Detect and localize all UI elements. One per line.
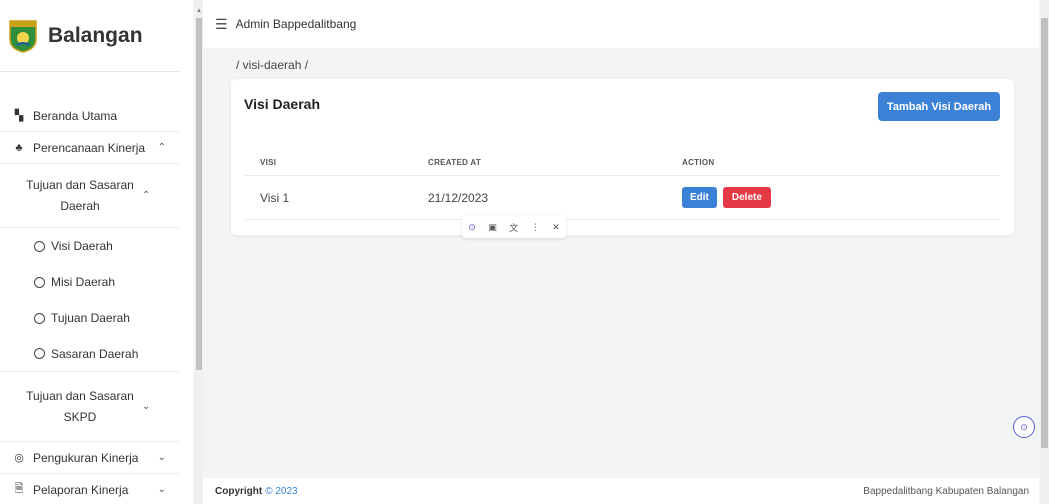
chevron-down-icon: ⌄ <box>142 401 151 412</box>
target-icon: ◎ <box>14 452 24 464</box>
sidebar-item-label: Tujuan Daerah <box>51 311 130 325</box>
sidebar-item-visi-daerah[interactable]: Visi Daerah <box>0 228 180 264</box>
delete-button[interactable]: Delete <box>722 187 771 208</box>
more-icon[interactable]: ⋮ <box>531 222 540 233</box>
sidebar-item-label: Beranda Utama <box>33 108 118 123</box>
floating-toolbar: ⊙ ▣ 文 ⋮ ✕ <box>462 216 566 238</box>
topbar-title: Admin Bappedalitbang <box>235 17 357 31</box>
circle-icon <box>34 312 45 324</box>
sidebar-subgroup-tujuan-sasaran-daerah[interactable]: Tujuan dan Sasaran Daerah ⌃ <box>0 164 180 228</box>
sidebar-item-pelaporan-kinerja[interactable]: 🗎 Pelaporan Kinerja ⌄ <box>0 474 180 504</box>
brand-name: Balangan <box>48 23 143 47</box>
footer-org: Bappedalitbang Kabupaten Balangan <box>863 485 1029 497</box>
sidebar-item-label: Pelaporan Kinerja <box>33 482 129 497</box>
subgroup-label: Tujuan dan Sasaran SKPD <box>26 388 134 424</box>
sidebar-scrollbar-thumb[interactable] <box>196 18 202 370</box>
column-header-created-at: CREATED AT <box>428 157 482 167</box>
sidebar-item-label: Visi Daerah <box>51 239 113 253</box>
assistant-icon[interactable]: ⊙ <box>468 222 476 233</box>
circle-icon <box>34 276 45 288</box>
balangan-logo <box>8 19 38 53</box>
sidebar-nav: ▚ Beranda Utama ♣ Perencanaan Kinerja ⌃ … <box>0 100 180 504</box>
footer-copyright: Copyright <box>215 485 263 497</box>
cell-visi: Visi 1 <box>260 190 290 205</box>
visi-daerah-card: Visi Daerah Tambah Visi Daerah VISI CREA… <box>231 79 1014 235</box>
sidebar-item-beranda-utama[interactable]: ▚ Beranda Utama <box>0 100 180 132</box>
footer-year: © 2023 <box>265 485 298 497</box>
sidebar-item-perencanaan-kinerja[interactable]: ♣ Perencanaan Kinerja ⌃ <box>0 132 180 164</box>
sidebar: Balangan ▚ Beranda Utama ♣ Perencanaan K… <box>0 0 193 504</box>
chevron-up-icon: ⌃ <box>157 142 166 153</box>
document-icon: 🗎 <box>14 483 24 495</box>
translate-icon[interactable]: 文 <box>509 221 518 234</box>
footer: Copyright © 2023 Bappedalitbang Kabupate… <box>203 478 1039 504</box>
table-header: VISI CREATED AT ACTION <box>244 149 1000 176</box>
cell-created-at: 21/12/2023 <box>428 190 489 205</box>
hamburger-menu-icon[interactable]: ☰ <box>215 16 228 33</box>
chevron-up-icon: ⌃ <box>142 190 151 201</box>
sidebar-item-label: Misi Daerah <box>51 275 116 289</box>
sidebar-item-label: Perencanaan Kinerja <box>33 140 146 155</box>
assistant-float-icon[interactable]: ⊙ <box>1013 416 1035 438</box>
circle-icon <box>34 240 45 252</box>
add-visi-daerah-button[interactable]: Tambah Visi Daerah <box>878 92 1000 121</box>
subgroup-label: Tujuan dan Sasaran Daerah <box>26 177 134 213</box>
sidebar-item-label: Sasaran Daerah <box>51 346 139 361</box>
sidebar-item-tujuan-daerah[interactable]: Tujuan Daerah <box>0 300 180 336</box>
page-icon[interactable]: ▣ <box>488 222 497 233</box>
column-header-visi: VISI <box>260 157 277 167</box>
cell-action: Edit Delete <box>682 187 1000 208</box>
breadcrumb: / visi-daerah / <box>236 58 309 72</box>
edit-button[interactable]: Edit <box>682 187 717 208</box>
sidebar-item-label: Pengukuran Kinerja <box>33 450 139 465</box>
close-icon[interactable]: ✕ <box>552 222 560 233</box>
sidebar-subgroup-tujuan-sasaran-skpd[interactable]: Tujuan dan Sasaran SKPD ⌄ <box>0 372 180 442</box>
sidebar-item-pengukuran-kinerja[interactable]: ◎ Pengukuran Kinerja ⌄ <box>0 442 180 474</box>
circle-icon <box>34 348 45 359</box>
page-scrollbar-thumb[interactable] <box>1041 18 1048 448</box>
sidebar-item-sasaran-daerah[interactable]: Sasaran Daerah <box>0 336 180 372</box>
scroll-up-icon[interactable]: ▲ <box>196 8 202 14</box>
hierarchy-icon: ♣ <box>15 141 23 154</box>
sidebar-item-misi-daerah[interactable]: Misi Daerah <box>0 264 180 300</box>
chevron-down-icon: ⌄ <box>157 452 166 463</box>
column-header-action: ACTION <box>682 157 715 167</box>
dashboard-icon: ▚ <box>14 110 24 122</box>
chevron-down-icon: ⌄ <box>157 484 166 495</box>
page-title: Visi Daerah <box>244 96 321 112</box>
brand[interactable]: Balangan <box>0 0 181 72</box>
topbar: ☰ Admin Bappedalitbang <box>203 0 1039 48</box>
table-row: Visi 1 21/12/2023 Edit Delete <box>244 176 1000 220</box>
